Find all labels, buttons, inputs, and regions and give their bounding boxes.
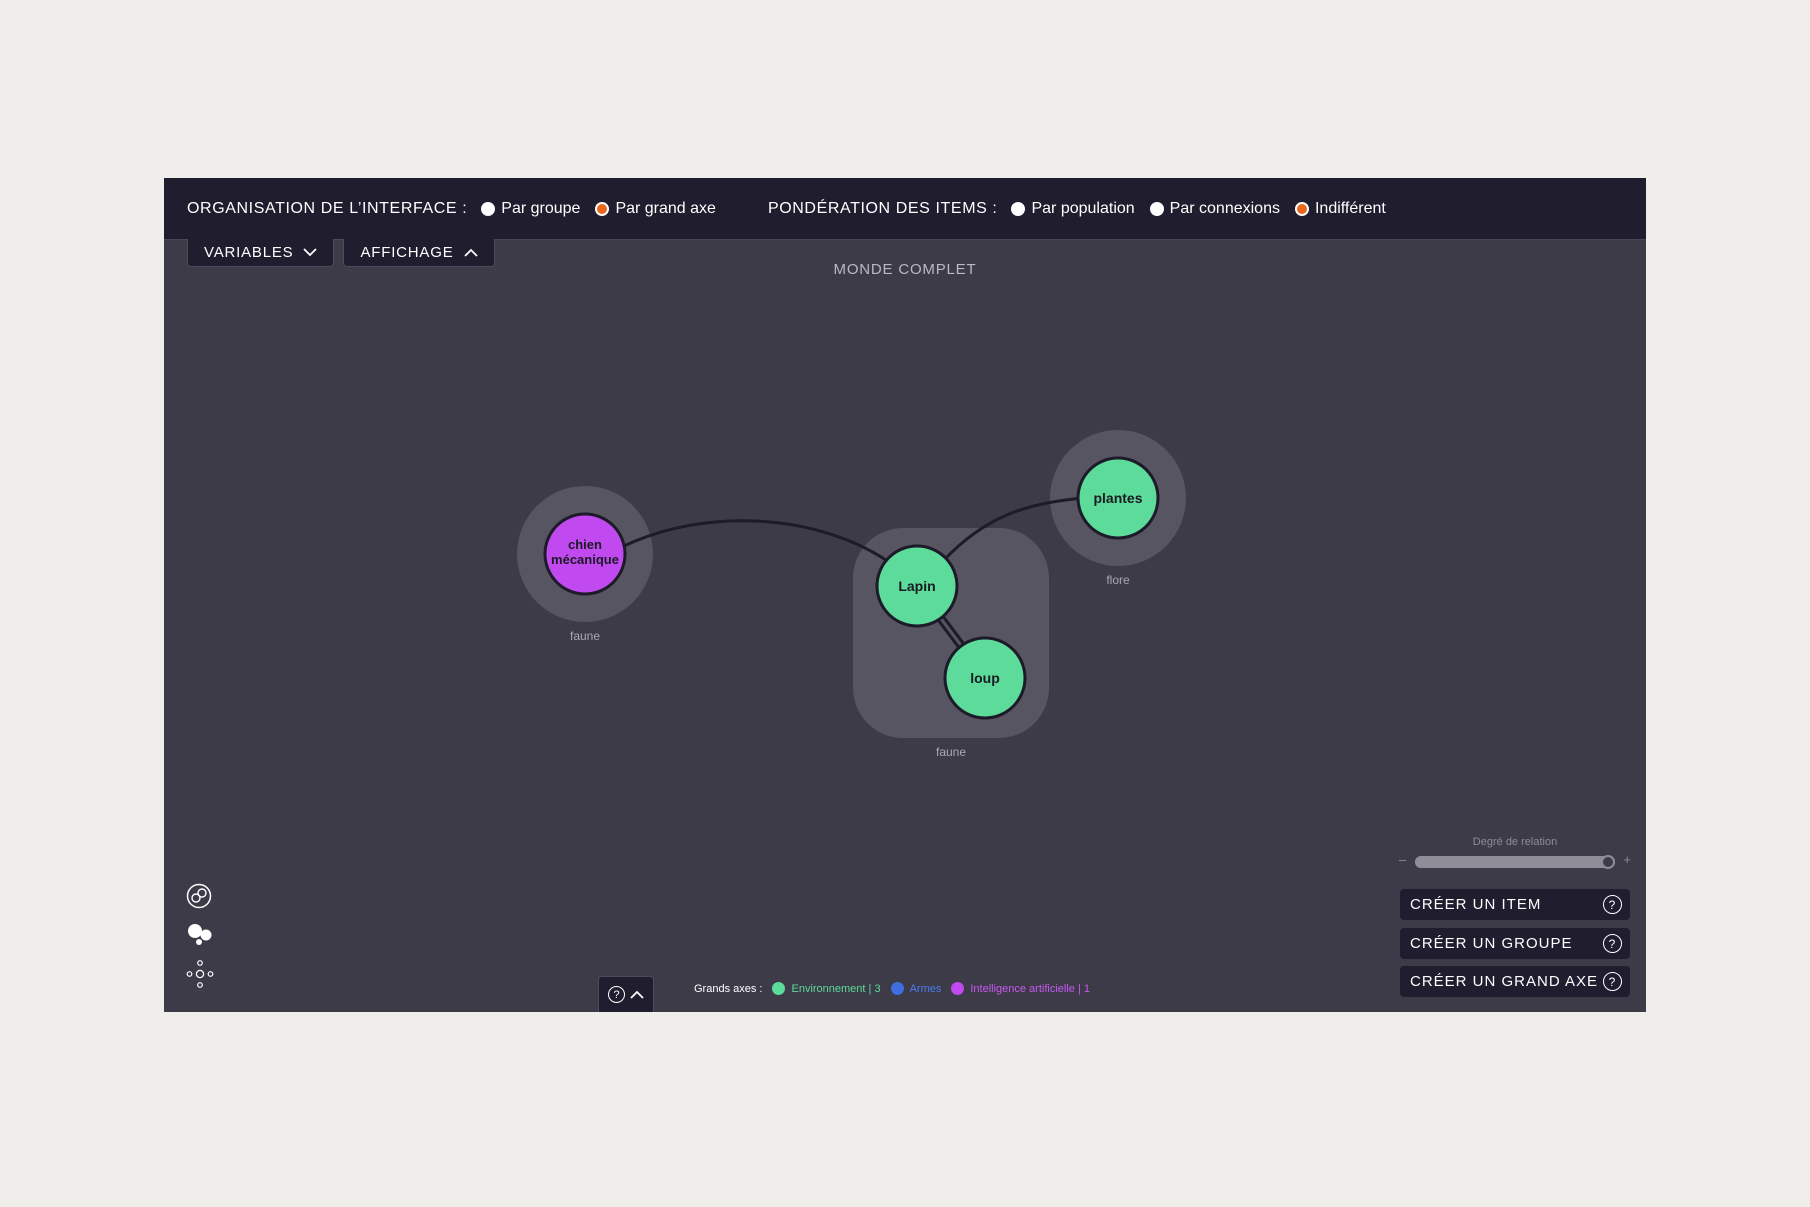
app-window: ORGANISATION DE L’INTERFACE : Par groupe… bbox=[164, 178, 1646, 1012]
slider-handle[interactable] bbox=[1601, 855, 1615, 869]
group-label: flore bbox=[1106, 573, 1130, 587]
create-group-button[interactable]: CRÉER UN GROUPE ? bbox=[1400, 928, 1630, 959]
help-panel-toggle[interactable]: ? bbox=[598, 976, 654, 1012]
network-view-icon[interactable] bbox=[186, 959, 214, 989]
node-loup[interactable]: loup bbox=[943, 636, 1027, 720]
link-chien-lapin bbox=[623, 519, 887, 562]
node-label: plantes bbox=[1093, 490, 1142, 506]
slider-track[interactable] bbox=[1415, 855, 1615, 869]
node-label: Lapin bbox=[898, 578, 935, 594]
node-plantes[interactable]: plantes bbox=[1076, 456, 1160, 540]
legend-dot bbox=[772, 982, 786, 995]
groups-view-icon[interactable] bbox=[186, 883, 212, 909]
node-label: loup bbox=[970, 670, 1000, 686]
node-lapin[interactable]: Lapin bbox=[875, 544, 959, 628]
slider-fill bbox=[1415, 856, 1615, 868]
help-icon[interactable]: ? bbox=[1603, 934, 1622, 953]
chevron-up-icon bbox=[630, 990, 644, 999]
help-icon[interactable]: ? bbox=[1603, 972, 1622, 991]
legend-item-intelligence-artificielle[interactable]: Intelligence artificielle | 1 bbox=[951, 982, 1090, 995]
create-item-button[interactable]: CRÉER UN ITEM ? bbox=[1400, 889, 1630, 920]
slider-plus[interactable]: + bbox=[1623, 852, 1631, 867]
group-label: faune bbox=[570, 629, 600, 643]
slider-minus[interactable]: – bbox=[1399, 852, 1406, 867]
button-label: CRÉER UN GRAND AXE bbox=[1410, 973, 1599, 990]
slider-label: Degré de relation bbox=[1472, 836, 1558, 848]
bubbles-view-icon[interactable] bbox=[186, 921, 214, 947]
legend-label: Intelligence artificielle | 1 bbox=[970, 982, 1090, 995]
node-label: chien bbox=[568, 537, 602, 552]
legend-item-environnement[interactable]: Environnement | 3 bbox=[772, 982, 881, 995]
legend-dot bbox=[951, 982, 965, 995]
button-label: CRÉER UN ITEM bbox=[1410, 896, 1542, 913]
node-label: mécanique bbox=[551, 552, 619, 567]
legend-label: Armes bbox=[909, 982, 942, 995]
legend-item-armes[interactable]: Armes bbox=[890, 982, 942, 995]
legend-label: Environnement | 3 bbox=[791, 982, 881, 995]
node-chien-mecanique[interactable]: chien mécanique bbox=[543, 512, 627, 596]
axes-legend: Grands axes : Environnement | 3 Armes In… bbox=[694, 982, 1090, 995]
legend-title: Grands axes : bbox=[694, 982, 763, 995]
group-label: faune bbox=[936, 745, 966, 759]
help-icon: ? bbox=[608, 986, 625, 1003]
legend-dot bbox=[890, 982, 904, 995]
create-axis-button[interactable]: CRÉER UN GRAND AXE ? bbox=[1400, 966, 1630, 997]
button-label: CRÉER UN GROUPE bbox=[1410, 935, 1573, 952]
help-icon[interactable]: ? bbox=[1603, 895, 1622, 914]
